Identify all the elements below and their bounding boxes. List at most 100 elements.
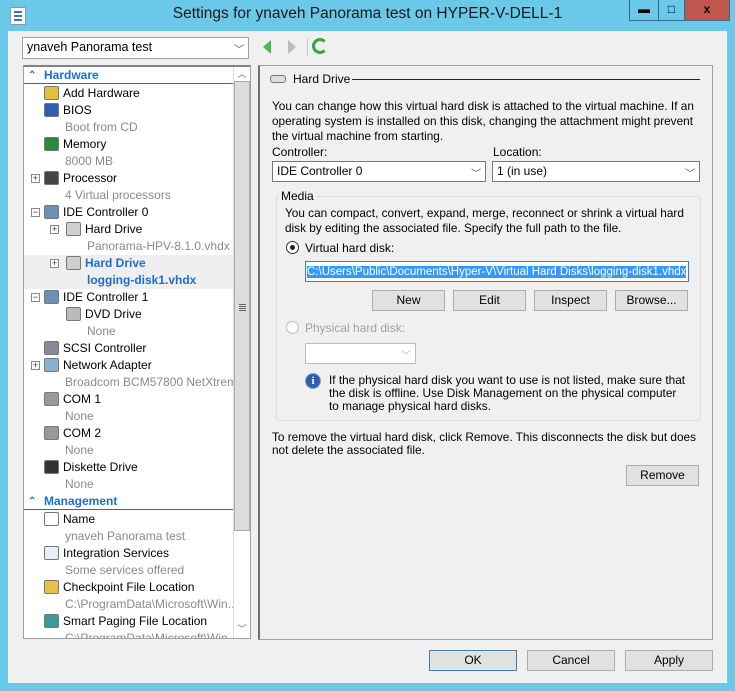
tree-item[interactable]: + Processor 4 Virtual processors bbox=[24, 170, 234, 204]
tree-item[interactable]: Integration Services Some services offere… bbox=[24, 545, 234, 579]
dvd-drive-icon bbox=[66, 307, 81, 321]
tree-item[interactable]: − IDE Controller 1 bbox=[24, 289, 234, 306]
media-group-title: Media bbox=[279, 189, 316, 203]
collapse-section-icon: ⌃ bbox=[28, 496, 37, 507]
apply-button[interactable]: Apply bbox=[625, 650, 713, 671]
name-icon bbox=[44, 512, 59, 526]
scroll-up-icon[interactable]: ︿ bbox=[234, 67, 250, 82]
panel-title: Hard Drive bbox=[293, 72, 351, 86]
tree-item-label: Hard Drive bbox=[85, 256, 146, 270]
scroll-down-icon[interactable]: ﹀ bbox=[234, 622, 250, 637]
scrollbar-thumb[interactable] bbox=[234, 81, 250, 531]
back-arrow-icon[interactable] bbox=[263, 40, 271, 54]
location-value: 1 (in use) bbox=[497, 164, 548, 178]
com-port-icon bbox=[44, 426, 59, 440]
tree-item-label: Processor bbox=[63, 171, 118, 185]
settings-tree[interactable]: ⌃ Hardware Add Hardware BIOS Boot from CD Mem… bbox=[23, 65, 251, 639]
tree-section-header[interactable]: ⌃ Management bbox=[24, 493, 234, 510]
tree-item[interactable]: COM 2 None bbox=[24, 425, 234, 459]
section-header-label: Hardware bbox=[44, 68, 99, 82]
path-text: C:\Users\Public\Documents\Hyper-V\Virtua… bbox=[307, 266, 687, 278]
title-bar[interactable]: Settings for ynaveh Panorama test on HYP… bbox=[0, 0, 735, 31]
virtual-hard-disk-label: Virtual hard disk: bbox=[305, 241, 395, 255]
tree-item-detail: None bbox=[65, 443, 94, 457]
hard-drive-icon bbox=[66, 256, 81, 270]
info-icon: i bbox=[305, 373, 321, 389]
tree-item[interactable]: + Hard Drive logging-disk1.vhdx bbox=[24, 255, 234, 289]
ide-controller-icon bbox=[44, 205, 59, 219]
collapse-section-icon: ⌃ bbox=[28, 70, 37, 81]
bios-icon bbox=[44, 103, 59, 117]
tree-item[interactable]: − IDE Controller 0 bbox=[24, 204, 234, 221]
physical-disk-dropdown[interactable]: ﹀ bbox=[305, 343, 416, 364]
chevron-down-icon: ﹀ bbox=[685, 169, 695, 180]
expander-icon[interactable]: + bbox=[50, 259, 59, 268]
expander-icon[interactable]: + bbox=[31, 361, 40, 370]
maximize-button[interactable]: □ bbox=[658, 0, 685, 21]
tree-item-label: IDE Controller 0 bbox=[63, 205, 149, 219]
tree-item[interactable]: Add Hardware bbox=[24, 85, 234, 102]
scsi-controller-icon bbox=[44, 341, 59, 355]
tree-item[interactable]: Diskette Drive None bbox=[24, 459, 234, 493]
tree-item[interactable]: Checkpoint File Location C:\ProgramData\M… bbox=[24, 579, 238, 613]
close-button[interactable]: x bbox=[684, 0, 730, 21]
com-port-icon bbox=[44, 392, 59, 406]
location-dropdown[interactable]: 1 (in use) ﹀ bbox=[492, 161, 700, 182]
checkpoint-folder-icon bbox=[44, 580, 59, 594]
tree-item-detail: Panorama-HPV-8.1.0.vhdx bbox=[87, 239, 230, 253]
ok-button[interactable]: OK bbox=[429, 650, 517, 671]
vm-selector-value: ynaveh Panorama test bbox=[27, 40, 153, 54]
tree-item[interactable]: COM 1 None bbox=[24, 391, 234, 425]
tree-item-label: Integration Services bbox=[63, 546, 170, 560]
expander-icon[interactable]: − bbox=[31, 208, 40, 217]
tree-item[interactable]: BIOS Boot from CD bbox=[24, 102, 234, 136]
browse-button[interactable]: Browse... bbox=[615, 290, 688, 311]
panel-description: You can change how this virtual hard dis… bbox=[272, 99, 694, 143]
tree-item-label: COM 2 bbox=[63, 426, 102, 440]
virtual-disk-path-input[interactable]: C:\Users\Public\Documents\Hyper-V\Virtua… bbox=[305, 261, 689, 282]
tree-item-detail: C:\ProgramData\Microsoft\Win... bbox=[65, 597, 238, 611]
tree-item-label: Name bbox=[63, 512, 96, 526]
grip-icon bbox=[239, 304, 246, 305]
tree-item-label: Hard Drive bbox=[85, 222, 143, 236]
minimize-button[interactable]: ▬ bbox=[629, 0, 659, 21]
vm-selector-dropdown[interactable]: ynaveh Panorama test ﹀ bbox=[22, 37, 249, 59]
tree-item[interactable]: Name ynaveh Panorama test bbox=[24, 511, 234, 545]
hard-drive-icon bbox=[66, 222, 81, 236]
edit-button[interactable]: Edit bbox=[453, 290, 526, 311]
tree-item-label: Smart Paging File Location bbox=[63, 614, 208, 628]
tree-item[interactable]: Smart Paging File Location C:\ProgramData… bbox=[24, 613, 238, 638]
cancel-button[interactable]: Cancel bbox=[527, 650, 615, 671]
tree-item[interactable]: + Network Adapter Broadcom BCM57800 NetXtr… bbox=[24, 357, 247, 391]
new-button[interactable]: New bbox=[372, 290, 445, 311]
inspect-button[interactable]: Inspect bbox=[534, 290, 607, 311]
physical-hard-disk-radio[interactable] bbox=[286, 321, 299, 334]
memory-icon bbox=[44, 137, 59, 151]
tree-section-header[interactable]: ⌃ Hardware bbox=[24, 67, 234, 84]
controller-value: IDE Controller 0 bbox=[277, 164, 363, 178]
tree-item-detail: None bbox=[87, 324, 116, 338]
remove-description: To remove the virtual hard disk, click R… bbox=[272, 430, 697, 457]
tree-item[interactable]: Memory 8000 MB bbox=[24, 136, 234, 170]
remove-button[interactable]: Remove bbox=[626, 465, 699, 486]
radio-dot bbox=[290, 245, 295, 250]
tree-item-detail: 4 Virtual processors bbox=[65, 188, 171, 202]
tree-item-detail: Some services offered bbox=[65, 563, 185, 577]
controller-dropdown[interactable]: IDE Controller 0 ﹀ bbox=[272, 161, 486, 182]
controller-label: Controller: bbox=[272, 145, 328, 159]
expander-icon[interactable]: + bbox=[31, 174, 40, 183]
tree-item-detail: ynaveh Panorama test bbox=[65, 529, 186, 543]
expander-icon[interactable]: − bbox=[31, 293, 40, 302]
title-rule bbox=[352, 79, 700, 80]
tree-item[interactable]: + Hard Drive Panorama-HPV-8.1.0.vhdx bbox=[24, 221, 234, 255]
tree-item-label: Network Adapter bbox=[63, 358, 152, 372]
expander-icon[interactable]: + bbox=[50, 225, 59, 234]
virtual-hard-disk-radio[interactable] bbox=[286, 241, 299, 254]
tree-item[interactable]: SCSI Controller bbox=[24, 340, 234, 357]
tree-item[interactable]: DVD Drive None bbox=[24, 306, 234, 340]
tree-item-label: BIOS bbox=[63, 103, 92, 117]
forward-arrow-icon[interactable] bbox=[288, 40, 296, 54]
section-header-label: Management bbox=[44, 494, 118, 508]
refresh-icon[interactable] bbox=[312, 38, 328, 54]
chevron-down-icon: ﹀ bbox=[401, 351, 411, 362]
